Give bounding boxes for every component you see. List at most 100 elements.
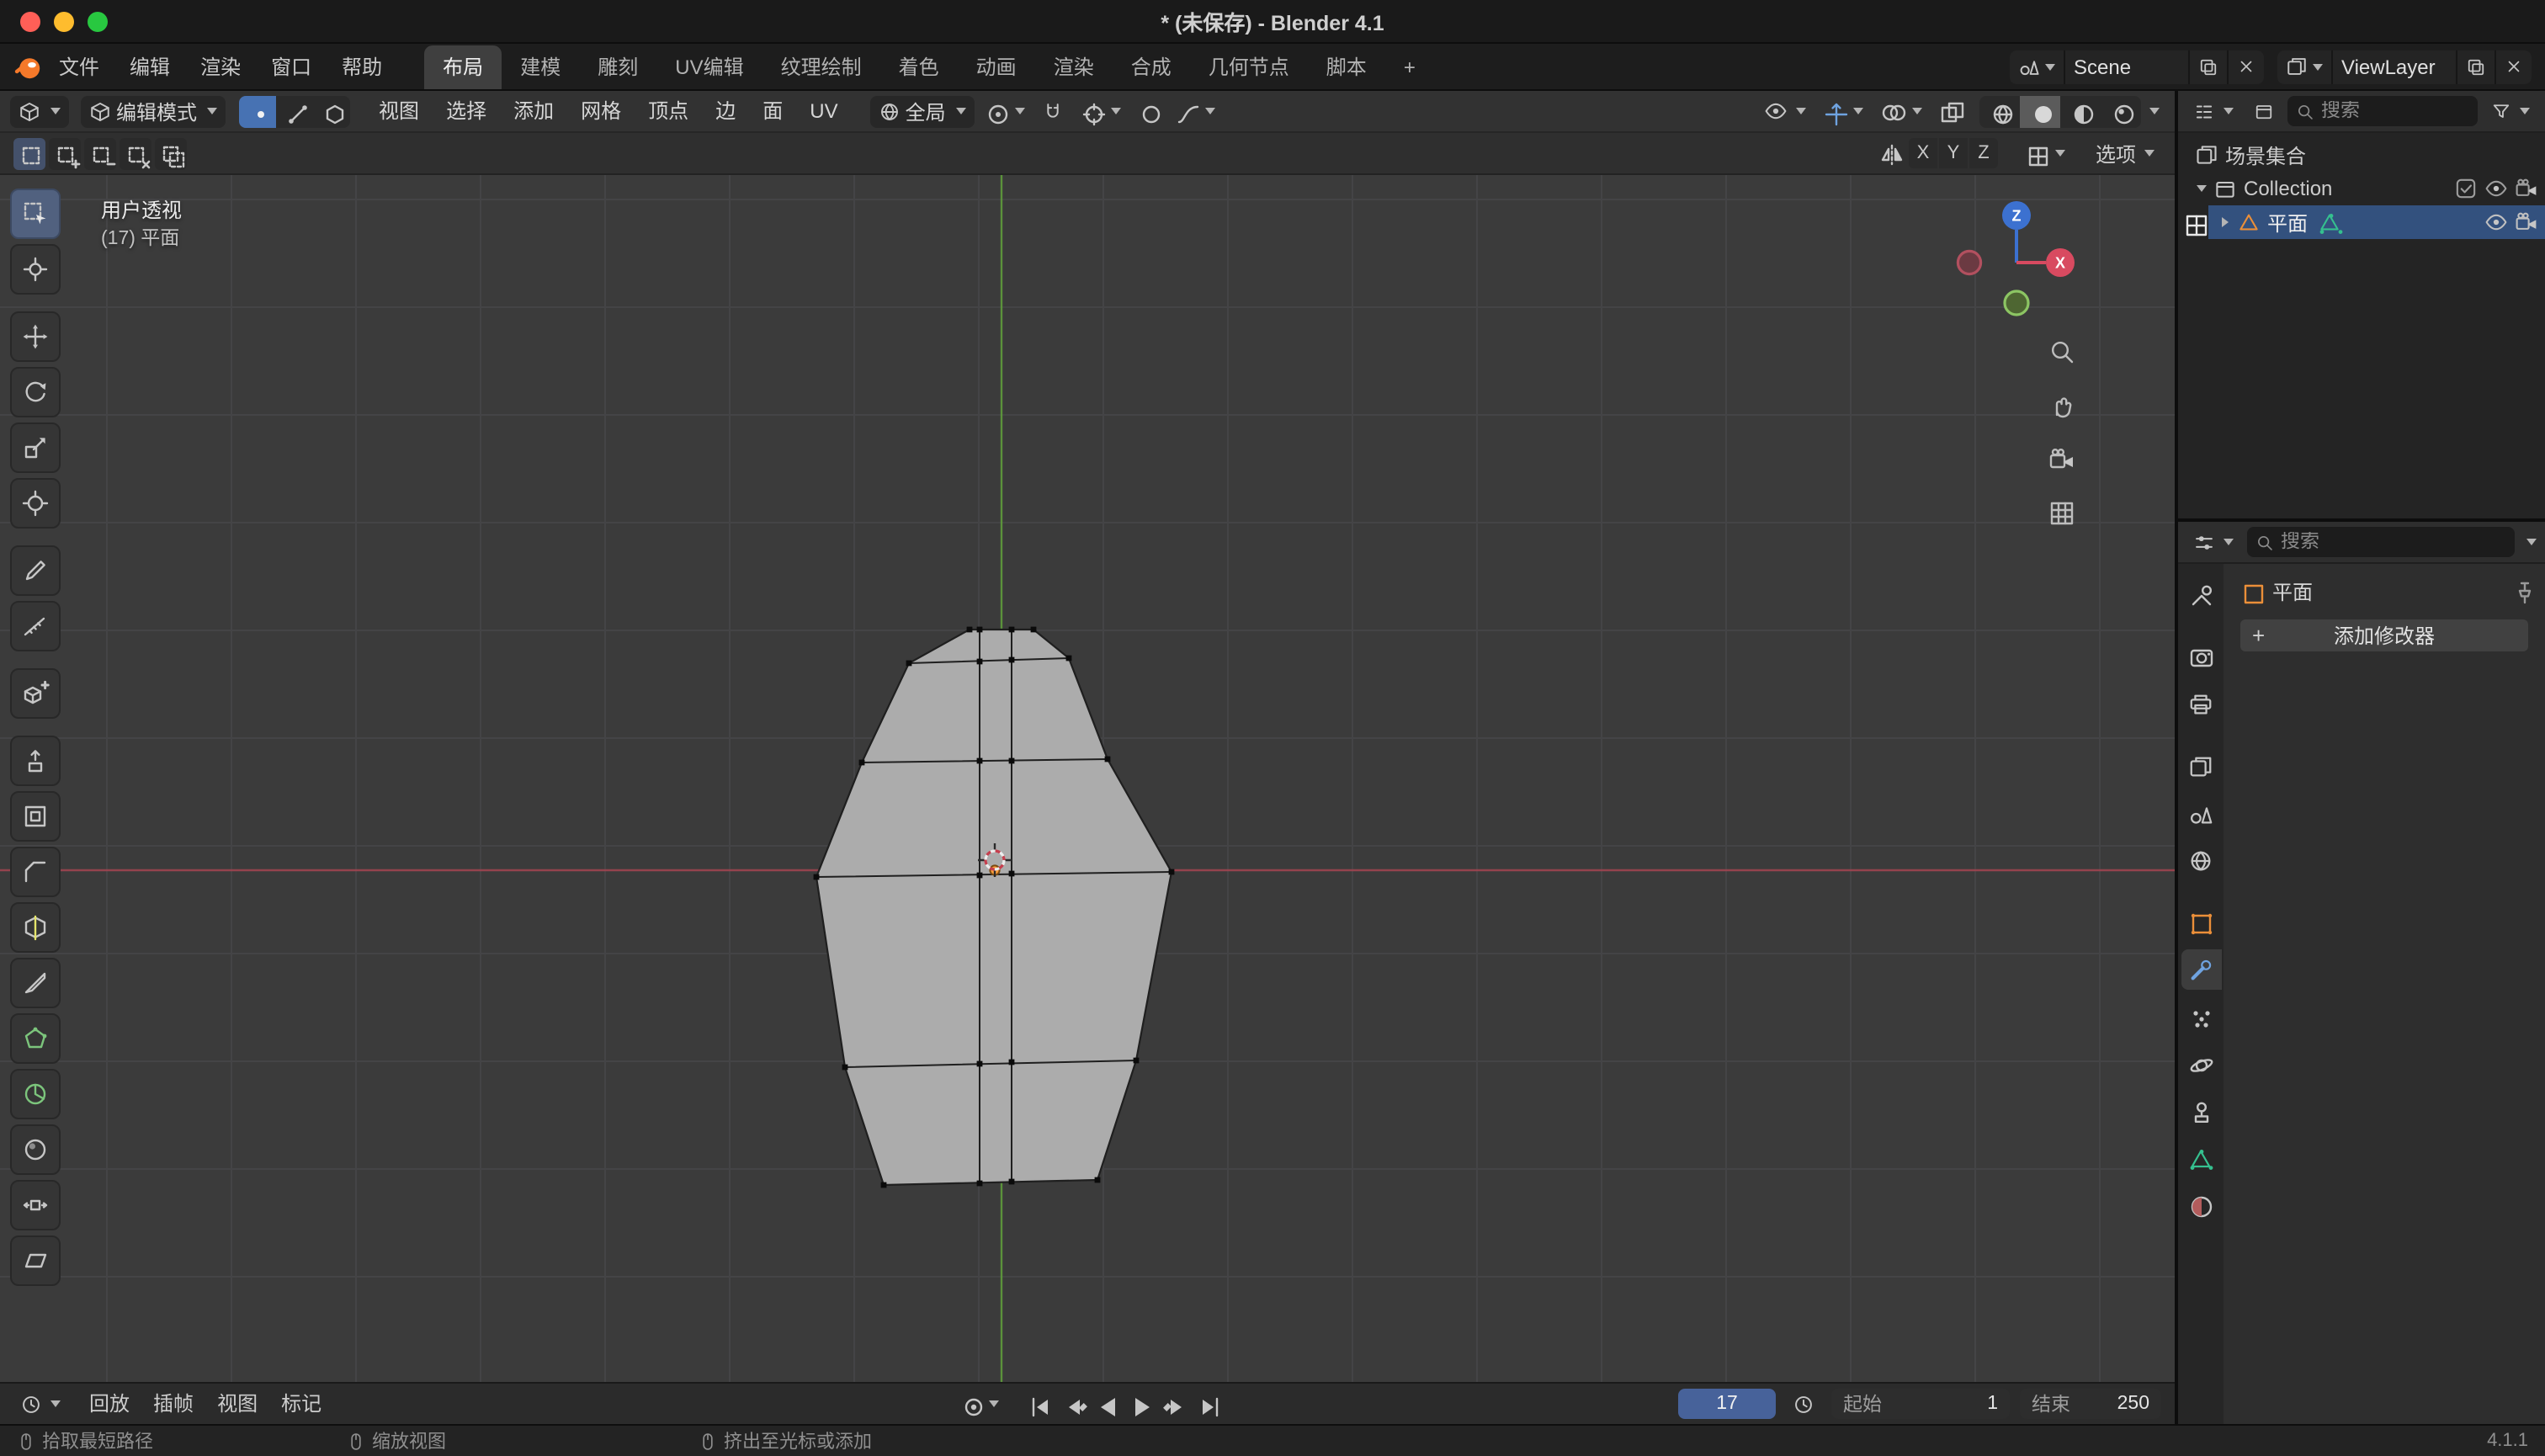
tab-modeling[interactable]: 建模 [502,45,579,89]
properties-options-chevron[interactable] [2526,539,2537,545]
spin-tool-button[interactable] [10,1069,61,1119]
tab-texture-paint[interactable]: 纹理绘制 [762,45,880,89]
properties-search-input[interactable] [2281,532,2506,552]
outliner-filter-button[interactable] [2484,95,2537,127]
select-box-tool-button[interactable] [10,189,61,239]
properties-search-field[interactable] [2247,527,2515,557]
select-intersect-button[interactable] [155,137,187,169]
move-tool-button[interactable] [10,311,61,362]
object-visibility-dropdown[interactable] [1757,95,1813,127]
viewport-menu-vertex[interactable]: 顶点 [636,90,700,132]
mirror-z-button[interactable]: Z [1969,138,1998,168]
select-subtract-button[interactable] [84,137,116,169]
select-extend-button[interactable] [49,137,81,169]
viewport-menu-uv[interactable]: UV [798,90,849,132]
tab-scripting[interactable]: 脚本 [1308,45,1385,89]
pivot-point-dropdown[interactable] [978,95,1032,127]
mirror-x-button[interactable]: X [1909,138,1937,168]
tab-render[interactable] [2181,636,2221,677]
cursor-tool-button[interactable] [10,244,61,295]
frame-start-field[interactable]: 起始 1 [1831,1389,2010,1419]
tool-options-dropdown[interactable]: 选项 [2089,137,2161,169]
tab-tool[interactable] [2181,574,2221,614]
edge-slide-tool-button[interactable] [10,1180,61,1230]
loop-cut-tool-button[interactable] [10,902,61,953]
inset-faces-tool-button[interactable] [10,791,61,842]
tab-scene[interactable] [2181,793,2221,833]
jump-to-start-button[interactable] [1023,1389,1053,1419]
play-reverse-button[interactable] [1090,1389,1120,1419]
collection-render-camera-icon[interactable] [2515,177,2538,200]
view-layer-name-field[interactable]: ViewLayer [2333,50,2457,83]
jump-to-end-button[interactable] [1191,1389,1221,1419]
rendered-shading-button[interactable] [2101,95,2141,127]
gizmo-neg-x-axis[interactable] [1958,251,1980,274]
view-layer-browse-button[interactable] [2277,50,2333,83]
plane-object-row[interactable]: 平面 [2178,205,2545,239]
viewport-menu-edge[interactable]: 边 [704,90,747,132]
overlays-dropdown[interactable] [1873,95,1929,127]
tab-output[interactable] [2181,683,2221,724]
zoom-window-button[interactable] [88,12,108,32]
tab-object-data[interactable] [2181,1138,2221,1178]
frame-end-field[interactable]: 结束 250 [2020,1389,2161,1419]
tab-rendering[interactable]: 渲染 [1035,45,1113,89]
material-preview-button[interactable] [2060,95,2101,127]
viewport-menu-add[interactable]: 添加 [502,90,566,132]
navigation-gizmo[interactable]: Z X [1949,195,2084,330]
bevel-tool-button[interactable] [10,847,61,897]
auto-keying-button[interactable] [954,1388,1006,1420]
rotate-tool-button[interactable] [10,367,61,417]
transform-orientation-dropdown[interactable]: 全局 [870,95,975,127]
select-set-button[interactable] [13,137,45,169]
add-modifier-button[interactable]: + 添加修改器 [2240,619,2528,651]
outliner-display-mode-button[interactable] [2247,95,2281,127]
camera-view-button[interactable] [2040,438,2084,481]
shading-settings-chevron[interactable] [2149,108,2160,114]
viewport-menu-mesh[interactable]: 网格 [569,90,633,132]
snap-base-icon-button[interactable] [2018,137,2072,169]
minimize-window-button[interactable] [54,12,74,32]
timeline-menu-keying[interactable]: 插帧 [141,1383,205,1425]
tab-compositing[interactable]: 合成 [1113,45,1190,89]
scene-unlink-button[interactable] [2229,50,2264,83]
gizmos-dropdown[interactable] [1816,95,1870,127]
tab-constraints[interactable] [2181,1091,2221,1131]
solid-shading-button[interactable] [2020,95,2060,127]
menu-edit[interactable]: 编辑 [114,43,185,90]
proportional-falloff-dropdown[interactable] [1168,95,1222,127]
collection-hide-eye-icon[interactable] [2484,177,2508,200]
measure-tool-button[interactable] [10,601,61,651]
viewport-menu-view[interactable]: 视图 [367,90,431,132]
current-frame-field[interactable]: 17 [1678,1389,1776,1419]
collection-checkbox-icon[interactable] [2454,177,2478,200]
tab-uv-editing[interactable]: UV编辑 [656,45,762,89]
poly-build-tool-button[interactable] [10,1013,61,1064]
play-button[interactable] [1124,1389,1154,1419]
mode-dropdown[interactable]: 编辑模式 [81,95,226,127]
tab-physics[interactable] [2181,1044,2221,1084]
pan-view-button[interactable] [2040,384,2084,428]
tab-layout[interactable]: 布局 [424,45,502,89]
smooth-tool-button[interactable] [10,1124,61,1175]
add-cube-tool-button[interactable] [10,668,61,719]
prev-keyframe-button[interactable] [1056,1389,1087,1419]
toggle-ortho-button[interactable] [2040,492,2084,535]
wireframe-shading-button[interactable] [1979,95,2020,127]
face-select-button[interactable] [313,95,350,127]
annotate-tool-button[interactable] [10,545,61,596]
scene-name-field[interactable]: Scene [2065,50,2190,83]
timeline-menu-marker[interactable]: 标记 [269,1383,333,1425]
tab-material[interactable] [2181,1185,2221,1225]
tab-geometry-nodes[interactable]: 几何节点 [1190,45,1308,89]
collection-row[interactable]: Collection [2178,172,2545,205]
gizmo-y-axis[interactable] [2005,291,2028,315]
timeline-editor-type-button[interactable] [13,1388,67,1420]
menu-window[interactable]: 窗口 [256,43,327,90]
properties-editor-type-button[interactable] [2186,526,2240,558]
tab-view-layer[interactable] [2181,746,2221,786]
viewport-menu-select[interactable]: 选择 [434,90,498,132]
proportional-editing-toggle[interactable] [1131,95,1165,127]
blender-logo-icon[interactable] [13,51,44,82]
editor-type-button[interactable] [10,95,69,127]
